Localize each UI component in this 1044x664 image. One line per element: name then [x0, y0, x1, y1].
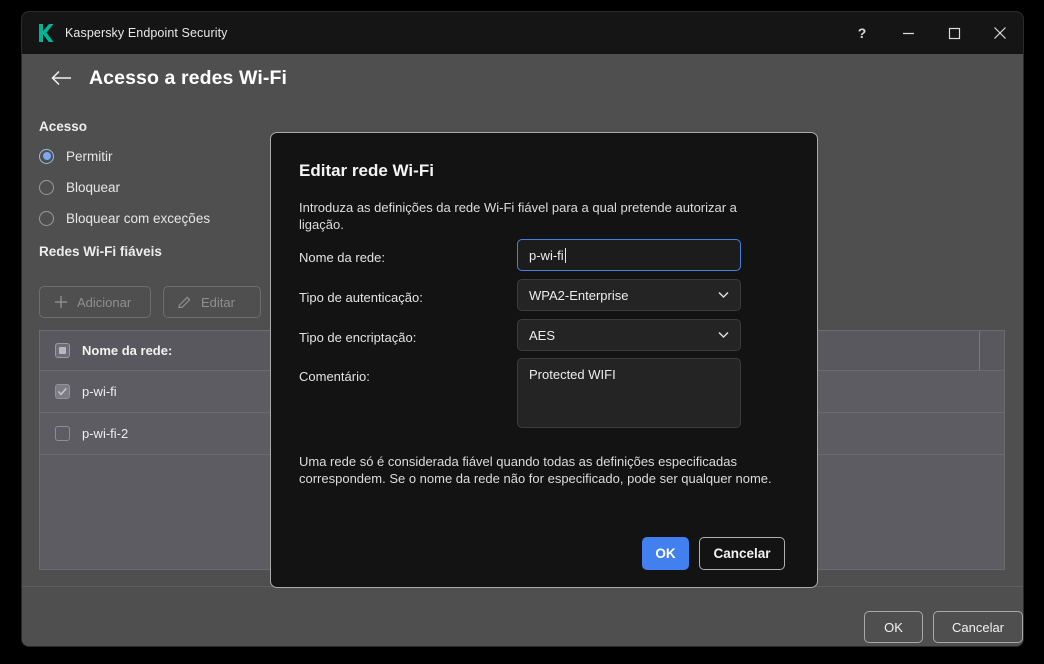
dialog-note: Uma rede só é considerada fiável quando …	[299, 454, 772, 486]
auth-type-value: WPA2-Enterprise	[529, 287, 629, 303]
select-all-checkbox[interactable]	[55, 343, 70, 358]
encryption-type-value: AES	[529, 327, 556, 343]
dialog-footer: OK Cancelar	[271, 519, 817, 587]
page-title: Acesso a redes Wi-Fi	[89, 66, 287, 89]
dialog-title: Editar rede Wi-Fi	[299, 161, 434, 180]
comment-value: Protected WIFI	[529, 367, 616, 382]
dialog-ok-button[interactable]: OK	[642, 537, 689, 570]
radio-permitir-mark	[39, 148, 54, 164]
chevron-down-icon	[718, 331, 729, 339]
row-checkbox[interactable]	[55, 426, 70, 441]
main-cancel-button[interactable]: Cancelar	[933, 611, 1023, 643]
network-name-label: Nome da rede:	[299, 250, 385, 265]
encryption-type-label: Tipo de encriptação:	[299, 330, 417, 345]
edit-wifi-network-dialog: Editar rede Wi-Fi Introduza as definiçõe…	[270, 132, 818, 588]
plus-icon	[53, 295, 68, 310]
edit-network-label: Editar	[201, 294, 235, 310]
minimize-icon[interactable]	[885, 12, 931, 54]
radio-bloquear-excecoes-label: Bloquear com exceções	[66, 210, 211, 226]
row-network-name: p-wi-fi	[82, 384, 117, 399]
text-caret	[564, 247, 566, 263]
add-network-button[interactable]: Adicionar	[39, 286, 151, 318]
access-section-label: Acesso	[39, 119, 88, 134]
comment-textarea[interactable]: Protected WIFI	[517, 358, 741, 428]
auth-type-select[interactable]: WPA2-Enterprise	[517, 279, 741, 311]
back-arrow-icon[interactable]	[49, 65, 75, 91]
column-divider[interactable]	[979, 331, 980, 370]
window-controls: ?	[839, 12, 1023, 54]
row-network-name: p-wi-fi-2	[82, 426, 129, 441]
column-header-name: Nome da rede:	[82, 343, 173, 358]
maximize-icon[interactable]	[931, 12, 977, 54]
window-footer: OK Cancelar	[22, 587, 1023, 646]
chevron-down-icon	[718, 291, 729, 299]
dialog-description: Introduza as definições da rede Wi-Fi fi…	[299, 200, 737, 232]
close-icon[interactable]	[977, 12, 1023, 54]
kaspersky-logo-icon	[34, 22, 56, 44]
title-bar: Kaspersky Endpoint Security ?	[22, 12, 1023, 54]
dialog-cancel-button[interactable]: Cancelar	[699, 537, 785, 570]
radio-bloquear[interactable]: Bloquear	[39, 177, 120, 197]
page-header: Acesso a redes Wi-Fi	[22, 54, 1023, 102]
row-checkbox[interactable]	[55, 384, 70, 399]
comment-label: Comentário:	[299, 369, 370, 384]
network-name-value: p-wi-fi	[529, 247, 564, 263]
radio-bloquear-excecoes-mark	[39, 210, 54, 226]
edit-network-button[interactable]: Editar	[163, 286, 261, 318]
add-network-label: Adicionar	[77, 294, 132, 310]
trusted-networks-label: Redes Wi-Fi fiáveis	[39, 244, 162, 259]
radio-bloquear-label: Bloquear	[66, 179, 121, 195]
pencil-icon	[177, 295, 192, 310]
radio-bloquear-mark	[39, 179, 54, 195]
app-title: Kaspersky Endpoint Security	[65, 26, 228, 40]
auth-type-label: Tipo de autenticação:	[299, 290, 423, 305]
network-name-input[interactable]: p-wi-fi	[517, 239, 741, 271]
encryption-type-select[interactable]: AES	[517, 319, 741, 351]
application-window: Kaspersky Endpoint Security ? Acesso a r…	[22, 12, 1023, 646]
radio-permitir-label: Permitir	[66, 148, 113, 164]
help-icon[interactable]: ?	[839, 12, 885, 54]
radio-bloquear-excecoes[interactable]: Bloquear com exceções	[39, 208, 210, 228]
radio-permitir[interactable]: Permitir	[39, 146, 113, 166]
main-ok-button[interactable]: OK	[864, 611, 923, 643]
